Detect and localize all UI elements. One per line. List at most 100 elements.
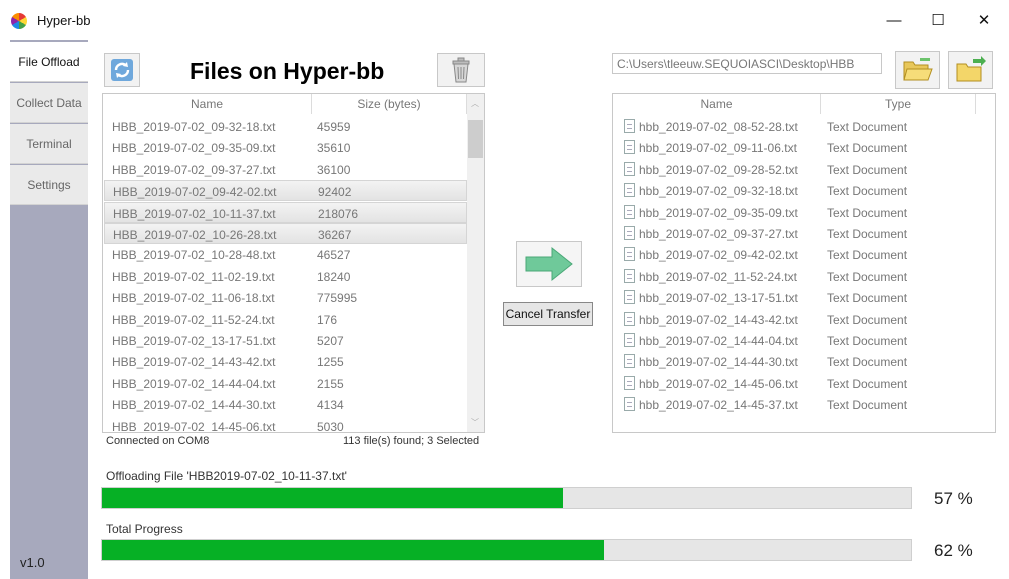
table-row[interactable]: HBB_2019-07-02_10-11-37.txt 218076	[104, 201, 467, 223]
file-count-summary: 113 file(s) found; 3 Selected	[343, 435, 480, 447]
file-name: hbb_2019-07-02_14-45-37.txt	[639, 398, 798, 413]
file-size: 218076	[318, 206, 359, 221]
text-document-icon	[624, 333, 635, 347]
column-header-filler	[976, 94, 995, 114]
table-row[interactable]: hbb_2019-07-02_09-37-27.txt Text Document	[614, 223, 994, 244]
file-name: HBB_2019-07-02_09-32-18.txt	[112, 120, 276, 134]
text-document-icon	[624, 183, 635, 198]
text-document-icon	[624, 311, 635, 326]
file-progress-fill	[102, 488, 564, 508]
scroll-down-icon[interactable]: ﹀	[471, 417, 479, 428]
table-row[interactable]: hbb_2019-07-02_08-52-28.txt Text Document	[614, 116, 994, 137]
table-row[interactable]: HBB_2019-07-02_09-32-18.txt 45959	[104, 116, 467, 137]
transfer-button[interactable]	[516, 241, 582, 287]
file-type: Text Document	[827, 355, 908, 370]
folder-go-button[interactable]	[948, 51, 993, 89]
window-title: Hyper-bb	[37, 13, 91, 28]
device-file-list[interactable]: Name Size (bytes) HBB_2019-07-02_09-32-1…	[102, 93, 485, 433]
local-file-list[interactable]: Name Type hbb_2019-07-02_08-52-28.txt Tex…	[612, 93, 996, 433]
table-row[interactable]: HBB_2019-07-02_10-26-28.txt 36267	[104, 223, 467, 244]
table-row[interactable]: hbb_2019-07-02_14-44-30.txt Text Document	[614, 351, 994, 372]
file-name: hbb_2019-07-02_14-45-06.txt	[639, 376, 798, 391]
table-row[interactable]: HBB_2019-07-02_14-44-04.txt 2155	[104, 373, 467, 394]
file-type: Text Document	[827, 184, 908, 199]
file-size: 45959	[317, 120, 351, 134]
table-row[interactable]: hbb_2019-07-02_09-32-18.txt Text Document	[614, 180, 994, 201]
table-row[interactable]: hbb_2019-07-02_09-35-09.txt Text Document	[614, 202, 994, 223]
table-row[interactable]: hbb_2019-07-02_09-11-06.txt Text Document	[614, 137, 994, 158]
table-row[interactable]: hbb_2019-07-02_09-42-02.txt Text Document	[614, 244, 994, 265]
file-name: HBB_2019-07-02_10-28-48.txt	[112, 248, 276, 263]
file-name: hbb_2019-07-02_09-37-27.txt	[639, 227, 798, 241]
file-name: hbb_2019-07-02_09-42-02.txt	[639, 248, 798, 263]
text-document-icon	[624, 247, 635, 262]
table-row[interactable]: HBB_2019-07-02_13-17-51.txt 5207	[104, 330, 467, 351]
text-document-icon	[624, 119, 635, 133]
file-type: Text Document	[827, 141, 908, 156]
file-type: Text Document	[827, 398, 908, 413]
scrollbar[interactable]: ︿ ﹀	[467, 94, 484, 432]
delete-button[interactable]	[437, 53, 485, 87]
table-row[interactable]: hbb_2019-07-02_14-43-42.txt Text Document	[614, 309, 994, 330]
tab-collect-data[interactable]: Collect Data	[10, 83, 88, 123]
folder-arrow-icon	[956, 56, 986, 82]
table-row[interactable]: HBB_2019-07-02_14-43-42.txt 1255	[104, 351, 467, 372]
arrow-right-icon	[525, 246, 573, 282]
table-row[interactable]: hbb_2019-07-02_09-28-52.txt Text Document	[614, 159, 994, 180]
column-header-name[interactable]: Name	[613, 94, 821, 114]
file-name: hbb_2019-07-02_09-35-09.txt	[639, 205, 798, 220]
file-type: Text Document	[827, 227, 908, 241]
file-type: Text Document	[827, 205, 908, 220]
total-progress-fill	[102, 540, 604, 560]
maximize-button[interactable]: ☐	[916, 4, 960, 36]
file-name: HBB_2019-07-02_09-37-27.txt	[112, 162, 276, 177]
file-type: Text Document	[827, 248, 908, 263]
file-progress-label: Offloading File 'HBB2019-07-02_10-11-37.…	[106, 469, 347, 483]
cancel-transfer-button[interactable]: Cancel Transfer	[503, 302, 593, 326]
close-button[interactable]: ✕	[962, 4, 1006, 36]
file-type: Text Document	[827, 120, 908, 134]
text-document-icon	[624, 397, 635, 412]
table-row[interactable]: HBB_2019-07-02_09-37-27.txt 36100	[104, 159, 467, 180]
table-row[interactable]: hbb_2019-07-02_11-52-24.txt Text Document	[614, 266, 994, 287]
file-type: Text Document	[827, 269, 908, 284]
file-size: 18240	[317, 269, 351, 284]
file-name: HBB_2019-07-02_09-35-09.txt	[112, 141, 276, 156]
tab-file-offload[interactable]: File Offload	[10, 42, 88, 82]
table-row[interactable]: HBB_2019-07-02_11-52-24.txt 176	[104, 309, 467, 330]
column-header-size[interactable]: Size (bytes)	[312, 94, 467, 114]
total-progress-percent: 62 %	[934, 541, 973, 560]
text-document-icon	[624, 354, 635, 369]
tab-terminal[interactable]: Terminal	[10, 124, 88, 164]
tab-settings[interactable]: Settings	[10, 165, 88, 205]
minimize-button[interactable]: —	[872, 4, 916, 36]
file-name: hbb_2019-07-02_09-11-06.txt	[639, 141, 797, 156]
table-row[interactable]: HBB_2019-07-02_11-02-19.txt 18240	[104, 266, 467, 287]
text-document-icon	[624, 226, 635, 240]
file-name: HBB_2019-07-02_11-52-24.txt	[112, 312, 275, 327]
table-row[interactable]: HBB_2019-07-02_10-28-48.txt 46527	[104, 244, 467, 265]
file-size: 92402	[318, 185, 352, 200]
table-row[interactable]: HBB_2019-07-02_09-35-09.txt 35610	[104, 137, 467, 158]
table-row[interactable]: hbb_2019-07-02_14-44-04.txt Text Document	[614, 330, 994, 351]
column-header-type[interactable]: Type	[821, 94, 976, 114]
table-row[interactable]: HBB_2019-07-02_14-44-30.txt 4134	[104, 394, 467, 415]
table-row[interactable]: hbb_2019-07-02_13-17-51.txt Text Document	[614, 287, 994, 308]
table-row[interactable]: hbb_2019-07-02_14-45-37.txt Text Document	[614, 394, 994, 415]
table-row[interactable]: HBB_2019-07-02_14-45-06.txt 5030	[104, 416, 467, 432]
scroll-up-icon[interactable]: ︿	[471, 98, 479, 109]
open-folder-button[interactable]	[895, 51, 940, 89]
file-name: hbb_2019-07-02_09-32-18.txt	[639, 184, 798, 199]
local-path-input[interactable]	[612, 53, 882, 74]
scrollbar-thumb[interactable]	[468, 120, 483, 158]
title-bar: Hyper-bb — ☐ ✕	[0, 0, 1009, 40]
refresh-button[interactable]	[104, 53, 140, 87]
table-row[interactable]: HBB_2019-07-02_11-06-18.txt 775995	[104, 287, 467, 308]
trash-icon	[452, 57, 470, 83]
column-header-name[interactable]: Name	[103, 94, 312, 114]
table-row[interactable]: hbb_2019-07-02_14-45-06.txt Text Document	[614, 373, 994, 394]
table-row[interactable]: HBB_2019-07-02_09-42-02.txt 92402	[104, 180, 467, 202]
file-name: hbb_2019-07-02_11-52-24.txt	[639, 269, 797, 284]
file-name: hbb_2019-07-02_13-17-51.txt	[639, 291, 798, 306]
text-document-icon	[624, 140, 635, 155]
